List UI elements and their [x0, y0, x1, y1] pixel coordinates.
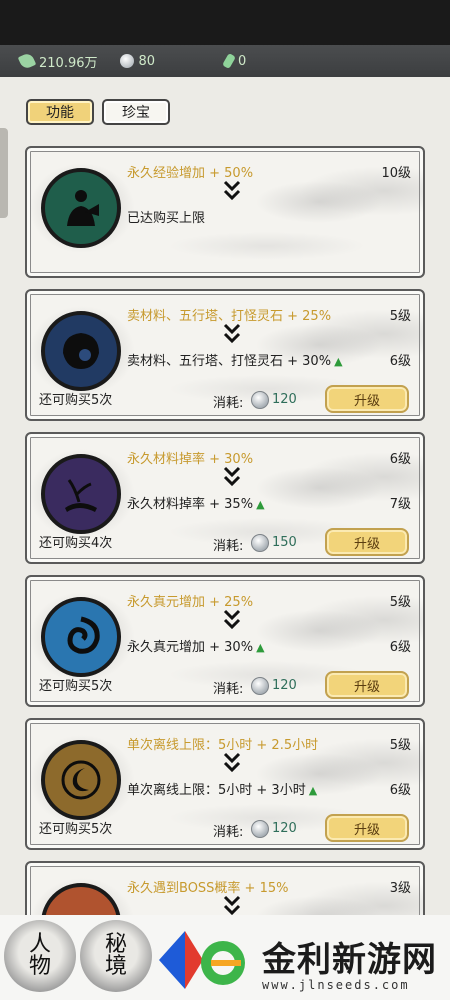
watermark-text: 金利新游网	[262, 940, 437, 980]
current-effect: 永久材料掉率 + 30%	[127, 452, 254, 467]
current-effect: 卖材料、五行塔、打怪灵石 + 25%	[127, 309, 332, 324]
silver-stone-icon	[251, 820, 269, 838]
cost-value: 150	[272, 535, 297, 550]
watermark-logo	[159, 931, 245, 989]
resource-value: 0	[238, 53, 247, 69]
upgrade-button[interactable]: 升级	[325, 385, 409, 413]
swirl-icon	[41, 597, 121, 677]
cost-label: 消耗:	[213, 825, 244, 840]
moon-clock-icon	[41, 740, 121, 820]
upgrade-card-drop-rate: 永久材料掉率 + 30% 6级 永久材料掉率 + 35% ▲ 7级 还可购买4次 …	[25, 432, 425, 564]
arrow-up-icon: ▲	[256, 641, 265, 654]
remaining-purchases: 还可购买5次	[39, 393, 113, 408]
resource-value: 210.96万	[39, 55, 98, 71]
upgrade-button[interactable]: 升级	[325, 528, 409, 556]
current-level: 10级	[381, 166, 411, 181]
nav-secret-realm-button[interactable]: 秘境	[80, 920, 152, 992]
spirit-stone-icon	[17, 51, 37, 71]
upgrade-card-offline-limit: 单次离线上限：5小时 + 2.5小时 5级 单次离线上限：5小时 + 3小时 ▲ …	[25, 718, 425, 850]
remaining-purchases: 还可购买5次	[39, 822, 113, 837]
cost-value: 120	[272, 821, 297, 836]
current-effect: 永久遇到BOSS概率 + 15%	[127, 881, 289, 896]
silver-stone-icon	[251, 534, 269, 552]
current-level: 3级	[389, 881, 411, 896]
chevron-down-icon	[223, 895, 241, 916]
next-level: 7级	[389, 497, 411, 512]
current-level: 5级	[389, 595, 411, 610]
next-effect: 卖材料、五行塔、打怪灵石 + 30% ▲	[127, 354, 343, 369]
tab-functions[interactable]: 功能	[26, 99, 94, 125]
upgrade-card-true-essence: 永久真元增加 + 25% 5级 永久真元增加 + 30% ▲ 6级 还可购买5次 …	[25, 575, 425, 707]
current-level: 5级	[389, 309, 411, 324]
tab-treasures[interactable]: 珍宝	[102, 99, 170, 125]
cost-value: 120	[272, 392, 297, 407]
nav-characters-button[interactable]: 人物	[4, 920, 76, 992]
resource-value: 80	[138, 53, 156, 69]
silver-stone-icon	[251, 677, 269, 695]
remaining-purchases: 还可购买4次	[39, 536, 113, 551]
chevron-down-icon	[223, 466, 241, 487]
cost-label: 消耗:	[213, 682, 244, 697]
chevron-down-icon	[223, 609, 241, 630]
chevron-down-icon	[223, 752, 241, 773]
current-effect: 单次离线上限：5小时 + 2.5小时	[127, 738, 319, 753]
cost-label: 消耗:	[213, 396, 244, 411]
tab-bar: 功能 珍宝	[26, 99, 170, 125]
upgrade-button[interactable]: 升级	[325, 814, 409, 842]
arrow-up-icon: ▲	[308, 784, 318, 797]
next-level: 6级	[389, 640, 411, 655]
status-bar	[0, 0, 450, 45]
watermark-url: www.jlnseeds.com	[262, 978, 410, 992]
next-effect: 永久材料掉率 + 35% ▲	[127, 497, 265, 512]
resource-bar: 210.96万 80 0	[0, 45, 450, 77]
chevron-down-icon	[223, 323, 241, 344]
max-reached-text: 已达购买上限	[127, 211, 206, 226]
upgrade-card-exp: 永久经验增加 + 50% 10级 已达购买上限	[25, 146, 425, 278]
silver-stone-icon	[119, 54, 134, 68]
cost-label: 消耗:	[213, 539, 244, 554]
resource-jade: 0	[222, 52, 247, 70]
next-effect: 单次离线上限：5小时 + 3小时 ▲	[127, 783, 318, 798]
next-level: 6级	[389, 354, 411, 369]
current-effect: 永久经验增加 + 50%	[127, 166, 254, 181]
remaining-purchases: 还可购买5次	[39, 679, 113, 694]
next-effect: 永久真元增加 + 30% ▲	[127, 640, 265, 655]
current-level: 5级	[389, 738, 411, 753]
jade-icon	[222, 52, 237, 70]
branch-icon	[41, 454, 121, 534]
arrow-up-icon: ▲	[256, 498, 265, 511]
resource-spirit-stone: 210.96万	[17, 51, 98, 71]
meditation-icon	[41, 168, 121, 248]
cost-value: 120	[272, 678, 297, 693]
upgrade-button[interactable]: 升级	[325, 671, 409, 699]
current-level: 6级	[389, 452, 411, 467]
current-effect: 永久真元增加 + 25%	[127, 595, 254, 610]
upgrade-card-materials: 卖材料、五行塔、打怪灵石 + 25% 5级 卖材料、五行塔、打怪灵石 + 30%…	[25, 289, 425, 421]
next-level: 6级	[389, 783, 411, 798]
shell-icon	[41, 311, 121, 391]
silver-stone-icon	[251, 391, 269, 409]
scroll-handle[interactable]	[0, 128, 8, 218]
resource-silver-stone: 80	[119, 53, 156, 69]
arrow-up-icon: ▲	[334, 355, 343, 368]
chevron-down-icon	[223, 180, 241, 201]
